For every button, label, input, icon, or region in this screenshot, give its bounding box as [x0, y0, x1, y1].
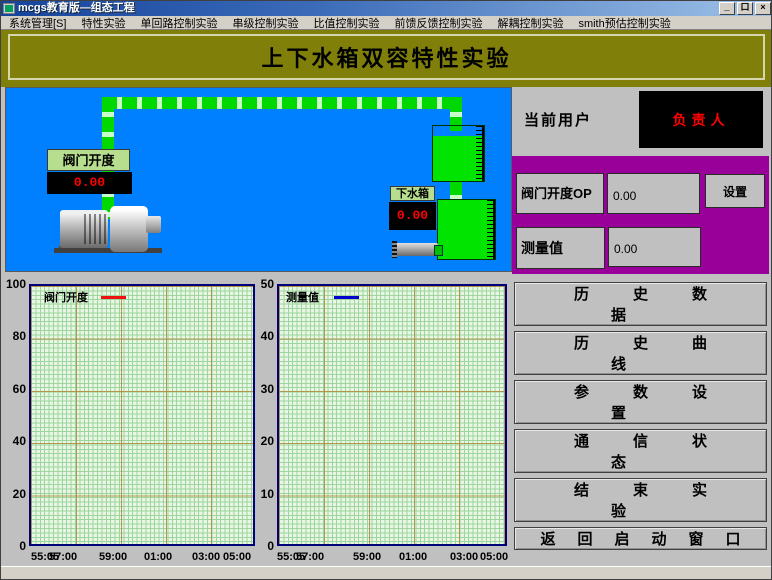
x-tick: 57:00 — [296, 551, 325, 563]
y-tick: 100 — [5, 277, 26, 291]
control-panel: 阀门开度OP 设置 测量值 — [512, 156, 769, 274]
measured-value-trend-chart: 50 40 30 20 10 0 测量值 55:05 57:00 59:00 0… — [259, 275, 513, 567]
measured-value-legend-label: 测量值 — [286, 292, 319, 304]
valve-op-label: 阀门开度OP — [516, 173, 604, 214]
status-bar — [1, 566, 771, 579]
valve-trend-chart: 100 80 60 40 20 0 阀门开度 55:05 57:00 59:00… — [3, 275, 259, 567]
y-tick: 0 — [19, 539, 26, 553]
menu-item-system[interactable]: 系统管理[S] — [9, 15, 66, 31]
set-button[interactable]: 设置 — [705, 174, 765, 208]
x-tick: 59:00 — [99, 551, 128, 563]
communication-status-button[interactable]: 通信状态 — [514, 429, 767, 473]
lower-tank-scale — [487, 200, 495, 259]
pump-nozzle-graphic — [146, 216, 161, 233]
history-curve-button[interactable]: 历史曲线 — [514, 331, 767, 375]
y-tick: 0 — [267, 539, 274, 553]
x-tick: 57:00 — [49, 551, 78, 563]
y-tick: 80 — [12, 329, 26, 343]
x-tick: 03:00 — [192, 551, 221, 563]
y-tick: 60 — [12, 382, 26, 396]
y-tick: 40 — [12, 434, 26, 448]
valve-opening-display: 0.00 — [47, 172, 132, 194]
menu-item-characteristic[interactable]: 特性实验 — [81, 15, 125, 31]
measured-value-input[interactable] — [608, 227, 701, 267]
x-tick: 05:00 — [223, 551, 252, 563]
close-icon[interactable]: × — [755, 2, 771, 15]
upper-tank-graphic — [432, 125, 485, 182]
y-tick: 40 — [260, 329, 274, 343]
parameter-settings-button[interactable]: 参数设置 — [514, 380, 767, 424]
menu-item-ratio[interactable]: 比值控制实验 — [313, 15, 379, 31]
end-experiment-button[interactable]: 结束实验 — [514, 478, 767, 522]
x-tick: 05:00 — [480, 551, 509, 563]
valve-trend-plot-area — [29, 284, 255, 546]
lower-tank-label: 下水箱 — [390, 186, 435, 201]
upper-tank-scale — [476, 126, 484, 181]
process-diagram: 阀门开度 0.00 下水箱 0.00 — [5, 87, 512, 272]
pump-motor-fins — [84, 214, 106, 244]
y-tick: 30 — [260, 382, 274, 396]
history-data-button[interactable]: 历史数据 — [514, 282, 767, 326]
measured-value-label: 测量值 — [516, 227, 605, 269]
return-startup-window-button[interactable]: 返回启动窗口 — [514, 527, 767, 550]
y-tick: 50 — [260, 277, 274, 291]
menu-item-single-loop[interactable]: 单回路控制实验 — [140, 15, 217, 31]
x-tick: 03:00 — [450, 551, 479, 563]
valve-op-input[interactable] — [607, 173, 700, 214]
current-user-display: 负责人 — [639, 91, 763, 148]
outlet-valve-graphic — [392, 241, 443, 258]
page-title: 上下水箱双容特性实验 — [261, 46, 512, 71]
x-tick: 59:00 — [353, 551, 382, 563]
x-tick: 01:00 — [144, 551, 173, 563]
measured-value-legend-line — [334, 296, 359, 299]
lower-tank-level-display: 0.00 — [389, 202, 436, 230]
measured-value-plot-area — [277, 284, 507, 546]
current-user-value: 负责人 — [672, 111, 730, 128]
nav-button-column: 历史数据 历史曲线 参数设置 通信状态 结束实验 返回启动窗口 — [514, 282, 767, 550]
x-tick: 01:00 — [399, 551, 428, 563]
y-tick: 10 — [260, 487, 274, 501]
valve-trend-legend-line — [101, 296, 126, 299]
lower-tank-graphic — [437, 199, 496, 260]
valve-opening-label: 阀门开度 — [47, 149, 130, 171]
y-tick: 20 — [12, 487, 26, 501]
y-tick: 20 — [260, 434, 274, 448]
menu-item-smith[interactable]: smith预估控制实验 — [578, 15, 670, 31]
mcgs-app-icon — [3, 3, 15, 14]
valve-trend-legend-label: 阀门开度 — [44, 292, 88, 304]
pipe-top-run — [102, 97, 462, 109]
page-title-box: 上下水箱双容特性实验 — [8, 34, 765, 80]
pump-motor-graphic — [60, 210, 108, 248]
restore-icon[interactable]: 口 — [737, 2, 753, 15]
menu-item-cascade[interactable]: 串级控制实验 — [232, 15, 298, 31]
pump-head-graphic — [110, 206, 148, 252]
menu-item-decoupling[interactable]: 解耦控制实验 — [497, 15, 563, 31]
menu-item-feedforward[interactable]: 前馈反馈控制实验 — [394, 15, 482, 31]
current-user-label: 当前用户 — [524, 112, 593, 129]
menu-bar: 系统管理[S] 特性实验 单回路控制实验 串级控制实验 比值控制实验 前馈反馈控… — [1, 15, 771, 31]
mcgs-runtime-window: mcgs教育版—组态工程 _ 口 × 系统管理[S] 特性实验 单回路控制实验 … — [0, 0, 772, 580]
minimize-icon[interactable]: _ — [719, 2, 735, 15]
